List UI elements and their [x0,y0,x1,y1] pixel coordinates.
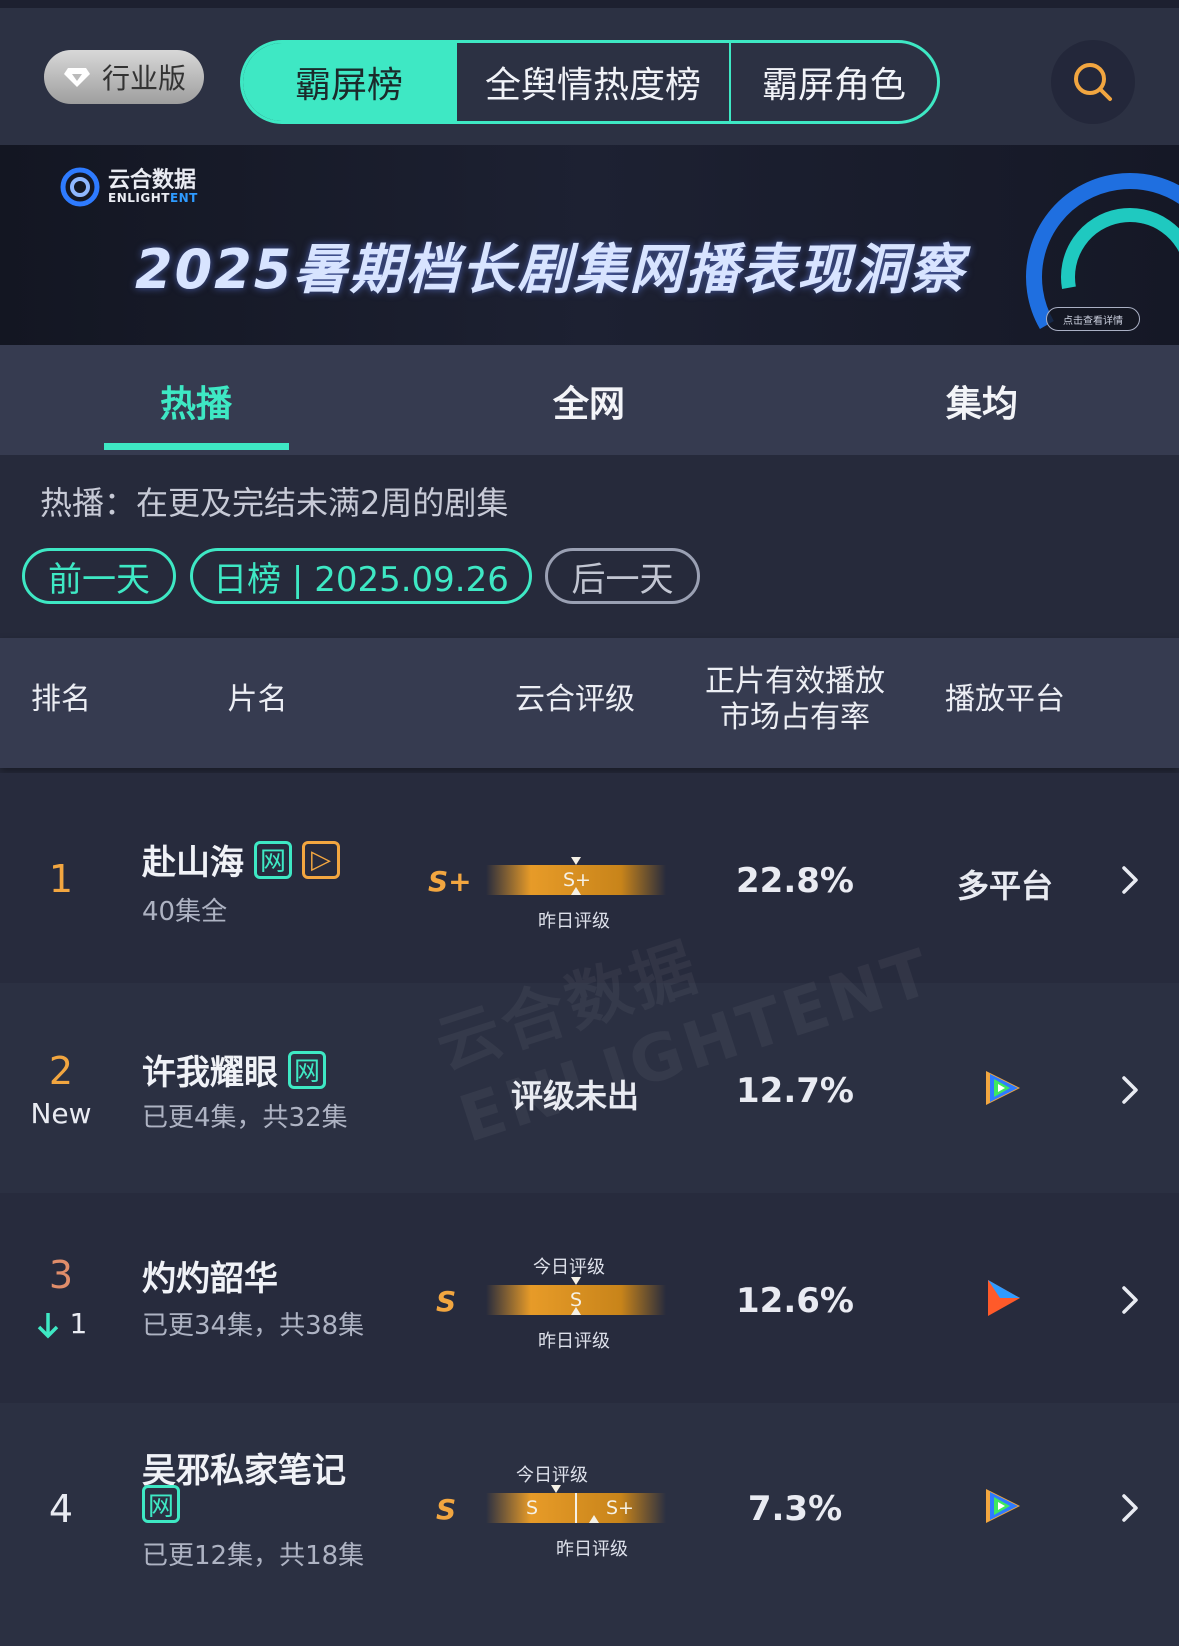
market-share: 12.7% [736,1071,854,1111]
next-day-button[interactable]: 后一天 [545,548,700,604]
yesterday-caption: 昨日评级 [538,1331,610,1352]
tab-baping-role[interactable]: 霸屏角色 [729,43,937,121]
grade-letter: S [436,1493,457,1526]
chevron-right-icon[interactable] [1118,1072,1142,1108]
active-tab-underline [104,443,289,450]
col-rank: 排名 [31,682,91,717]
drama-title: 灼灼韶华 [142,1259,278,1299]
search-button[interactable] [1051,40,1135,124]
chevron-right-icon[interactable] [1118,1282,1142,1318]
diamond-icon [62,65,92,89]
sub-tabs: 热播 全网 集均 [0,345,1179,455]
rank-number: 3 [48,1253,74,1297]
grade-letter: S [436,1285,457,1318]
network-drama-tag: 网 [288,1050,326,1089]
rank-number: 1 [48,857,74,901]
yesterday-caption: 昨日评级 [538,911,610,932]
market-share: 12.6% [736,1281,854,1321]
top-bar: 行业版 霸屏榜 全舆情热度榜 霸屏角色 [0,0,1179,145]
episode-count: 已更12集，共18集 [142,1541,365,1571]
rank-number: 4 [48,1487,74,1531]
table-header: 排名 片名 云合评级 正片有效播放 市场占有率 播放平台 [0,638,1179,768]
market-share: 7.3% [747,1489,843,1529]
col-platform: 播放平台 [945,682,1065,717]
rank-number: 2 [48,1049,74,1093]
today-marker [551,1485,561,1493]
col-share-line1: 正片有效播放 [705,664,885,699]
today-marker [571,1277,581,1285]
tab-per-episode[interactable]: 集均 [946,375,1018,427]
brand-cn-name: 云合数据 [108,168,197,193]
drama-title: 许我耀眼 网 [142,1045,326,1094]
badge-label: 行业版 [102,62,187,95]
tencent-video-icon [986,1071,1020,1105]
today-marker [571,857,581,865]
list-description: 热播：在更及完结未满2周的剧集 [40,484,509,522]
fast-forward-icon: ▷ [302,840,340,879]
drama-tags: 网 [142,1485,180,1523]
episode-count: 已更34集，共38集 [142,1311,365,1341]
network-drama-tag: 网 [254,840,292,879]
banner-title: 2025暑期档长剧集网播表现洞察 [135,238,966,301]
grade-letter: S+ [428,865,472,898]
episode-count: 40集全 [142,897,228,927]
youku-icon [988,1280,1020,1316]
episode-count: 已更4集，共32集 [142,1103,348,1133]
grade-bar: S S+ [486,1493,666,1523]
date-selector[interactable]: 日榜 | 2025.09.26 [190,548,532,604]
tab-quanyuqing[interactable]: 全舆情热度榜 [455,43,729,121]
col-rating: 云合评级 [515,682,635,717]
tencent-video-icon [986,1489,1020,1523]
tab-bapingbang[interactable]: 霸屏榜 [243,43,455,121]
table-row[interactable]: 3 1 灼灼韶华 已更34集，共38集 S 今日评级 S 昨日评级 12.6% [0,1193,1179,1403]
enlightent-logo-icon [60,167,100,207]
col-share-line2: 市场占有率 [720,700,870,735]
chevron-right-icon[interactable] [1118,1490,1142,1526]
yesterday-marker [571,1307,581,1315]
tab-hot[interactable]: 热播 [160,375,232,427]
yesterday-caption: 昨日评级 [556,1539,628,1560]
search-icon [1074,63,1112,101]
brand-logo: 云合数据 ENLIGHTENT [60,167,198,207]
drama-title: 赴山海 网 ▷ [142,835,340,884]
prev-day-button[interactable]: 前一天 [22,548,176,604]
promo-banner[interactable]: 云合数据 ENLIGHTENT 2025暑期档长剧集网播表现洞察 点击查看详情 [0,145,1179,345]
arrow-down-icon [37,1313,58,1339]
network-drama-tag: 网 [142,1485,180,1523]
banner-detail-link[interactable]: 点击查看详情 [1046,307,1140,331]
today-caption: 今日评级 [533,1257,605,1278]
ranking-type-tabs: 霸屏榜 全舆情热度榜 霸屏角色 [240,40,940,124]
today-caption: 今日评级 [516,1465,588,1486]
industry-edition-badge[interactable]: 行业版 [44,50,204,104]
table-row[interactable]: 4 吴邪私家笔记 网 已更12集，共18集 S 今日评级 S S+ 昨日评级 7… [0,1403,1179,1646]
yesterday-marker [571,887,581,895]
new-entry-label: New [30,1097,92,1130]
col-name: 片名 [227,682,288,717]
brand-en-name: ENLIGHTENT [108,191,198,205]
tab-all-network[interactable]: 全网 [553,375,625,427]
yesterday-marker [589,1515,599,1523]
rank-change: 1 [0,1307,122,1340]
